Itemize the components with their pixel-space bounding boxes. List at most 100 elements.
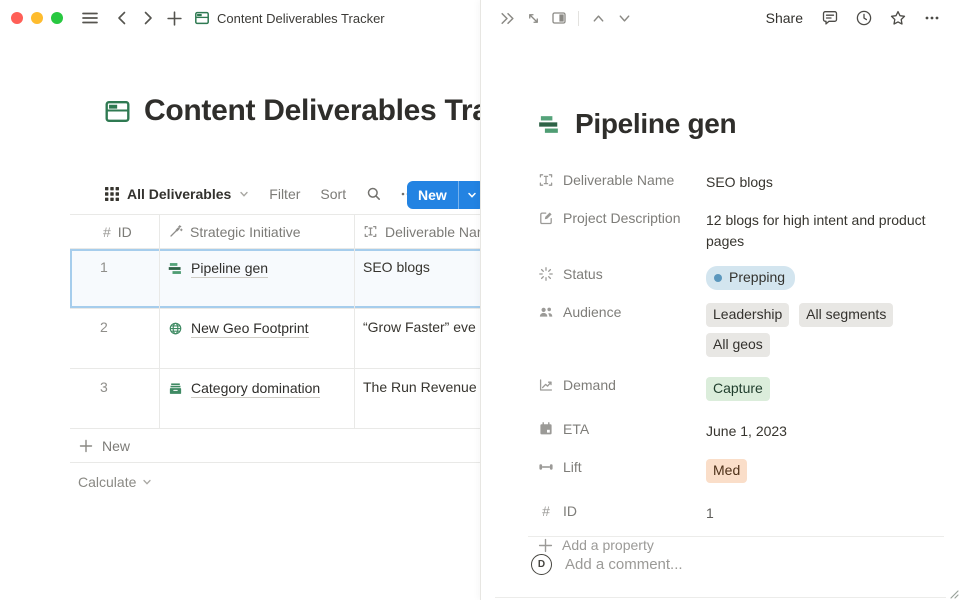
table-row[interactable]: 2 New Geo Footprint “Grow Faster” eve [70, 309, 494, 369]
window-title: Content Deliverables Tracker [194, 10, 385, 26]
audience-tag[interactable]: Leadership [706, 303, 789, 327]
record-title-row: Pipeline gen [538, 108, 936, 140]
column-header-id[interactable]: # ID [70, 215, 160, 248]
deliverables-table: # ID Strategic Initiative Deliverable Na… [70, 214, 494, 498]
page-link[interactable]: New Geo Footprint [191, 320, 309, 338]
page-link[interactable]: Pipeline gen [191, 260, 268, 278]
table-view-icon [105, 187, 119, 201]
side-peek-toggle-icon[interactable] [546, 5, 572, 31]
panel-header: Share [481, 0, 960, 36]
cell-initiative[interactable]: New Geo Footprint [160, 309, 355, 368]
audience-tag[interactable]: All segments [799, 303, 893, 327]
calculate-button[interactable]: Calculate [70, 465, 494, 498]
property-row-audience: Audience Leadership All segments All geo… [538, 300, 936, 363]
more-icon[interactable] [919, 5, 945, 31]
property-row-lift: Lift Med [538, 455, 936, 489]
menu-icon[interactable] [77, 5, 103, 31]
cell-initiative[interactable]: Pipeline gen [160, 249, 355, 308]
property-label[interactable]: Status [538, 262, 706, 282]
comment-input[interactable]: Add a comment... [565, 556, 683, 573]
resize-grip-icon[interactable] [950, 590, 959, 599]
property-value[interactable]: SEO blogs [706, 168, 936, 193]
star-icon[interactable] [885, 5, 911, 31]
property-row-demand: Demand Capture [538, 373, 936, 407]
column-header-initiative[interactable]: Strategic Initiative [160, 215, 355, 248]
cell-deliverable[interactable]: The Run Revenue S [355, 369, 494, 428]
lift-tag[interactable]: Med [706, 459, 747, 483]
app-window: Content Deliverables Tracker Content Del… [0, 0, 960, 600]
sort-button[interactable]: Sort [320, 186, 346, 202]
view-switcher[interactable]: All Deliverables [105, 186, 249, 202]
demand-tag[interactable]: Capture [706, 377, 770, 401]
zoom-window-button[interactable] [51, 12, 63, 24]
property-row-deliverable-name: Deliverable Name SEO blogs [538, 168, 936, 196]
close-window-button[interactable] [11, 12, 23, 24]
expand-icon[interactable] [520, 5, 546, 31]
back-icon[interactable] [109, 5, 135, 31]
history-clock-icon[interactable] [851, 5, 877, 31]
forward-icon[interactable] [135, 5, 161, 31]
property-value[interactable]: Prepping [706, 262, 936, 290]
edit-property-icon [538, 210, 554, 226]
status-pill[interactable]: Prepping [706, 266, 795, 290]
double-chevron-right-icon[interactable] [494, 5, 520, 31]
view-name: All Deliverables [127, 186, 231, 202]
property-label[interactable]: Project Description [538, 206, 706, 226]
view-toolbar: All Deliverables Filter Sort [105, 180, 416, 208]
column-header-deliverable[interactable]: Deliverable Name [355, 215, 494, 248]
dumbbell-icon [538, 459, 554, 475]
page-database-icon[interactable] [104, 98, 131, 125]
people-icon [538, 304, 554, 320]
property-value[interactable]: 12 blogs for high intent and product pag… [706, 206, 936, 252]
table-row[interactable]: 1 Pipeline gen SEO blogs [70, 249, 494, 309]
property-value[interactable]: June 1, 2023 [706, 417, 936, 442]
property-value[interactable]: Capture [706, 373, 936, 407]
traffic-lights [11, 12, 63, 24]
property-list: Deliverable Name SEO blogs Project Descr… [538, 168, 936, 553]
plus-icon [79, 439, 93, 453]
cell-id[interactable]: 3 [70, 369, 160, 428]
next-record-icon[interactable] [611, 5, 637, 31]
minimize-window-button[interactable] [31, 12, 43, 24]
property-label[interactable]: Audience [538, 300, 706, 320]
chevron-down-icon [142, 477, 152, 487]
status-spinner-icon [538, 266, 554, 282]
property-label[interactable]: Demand [538, 373, 706, 393]
search-icon[interactable] [366, 186, 382, 202]
property-label[interactable]: Deliverable Name [538, 168, 706, 188]
add-row-button[interactable]: New [70, 429, 494, 463]
record-title[interactable]: Pipeline gen [575, 108, 736, 140]
filter-button[interactable]: Filter [269, 186, 300, 202]
property-row-id: # ID 1 [538, 499, 936, 527]
cell-deliverable[interactable]: “Grow Faster” eve [355, 309, 494, 368]
text-property-icon [363, 224, 378, 239]
property-value[interactable]: Med [706, 455, 936, 489]
page-link[interactable]: Category domination [191, 380, 320, 398]
audience-tag[interactable]: All geos [706, 333, 770, 357]
database-icon [194, 10, 210, 26]
property-value[interactable]: Leadership All segments All geos [706, 299, 936, 363]
cell-id[interactable]: 2 [70, 309, 160, 368]
property-value[interactable]: 1 [706, 499, 936, 524]
table-header-row: # ID Strategic Initiative Deliverable Na… [70, 214, 494, 249]
cell-id[interactable]: 1 [70, 249, 160, 308]
property-label[interactable]: ETA [538, 417, 706, 437]
new-record-button[interactable]: New [407, 181, 458, 209]
number-property-icon: # [103, 224, 111, 240]
property-label[interactable]: # ID [538, 499, 706, 519]
divider [578, 11, 579, 26]
share-button[interactable]: Share [760, 10, 809, 26]
previous-record-icon[interactable] [585, 5, 611, 31]
trend-chart-icon [538, 377, 554, 393]
cell-initiative[interactable]: Category domination [160, 369, 355, 428]
comments-icon[interactable] [817, 5, 843, 31]
bar-chart-icon[interactable] [538, 113, 561, 136]
table-row[interactable]: 3 Category domination The Run Revenue S [70, 369, 494, 429]
comment-section: D Add a comment... [481, 536, 960, 600]
globe-icon [168, 320, 183, 336]
property-label[interactable]: Lift [538, 455, 706, 475]
cell-deliverable[interactable]: SEO blogs [355, 249, 494, 308]
comment-row: D Add a comment... [481, 537, 960, 575]
new-tab-icon[interactable] [161, 5, 187, 31]
calendar-icon [538, 421, 554, 437]
